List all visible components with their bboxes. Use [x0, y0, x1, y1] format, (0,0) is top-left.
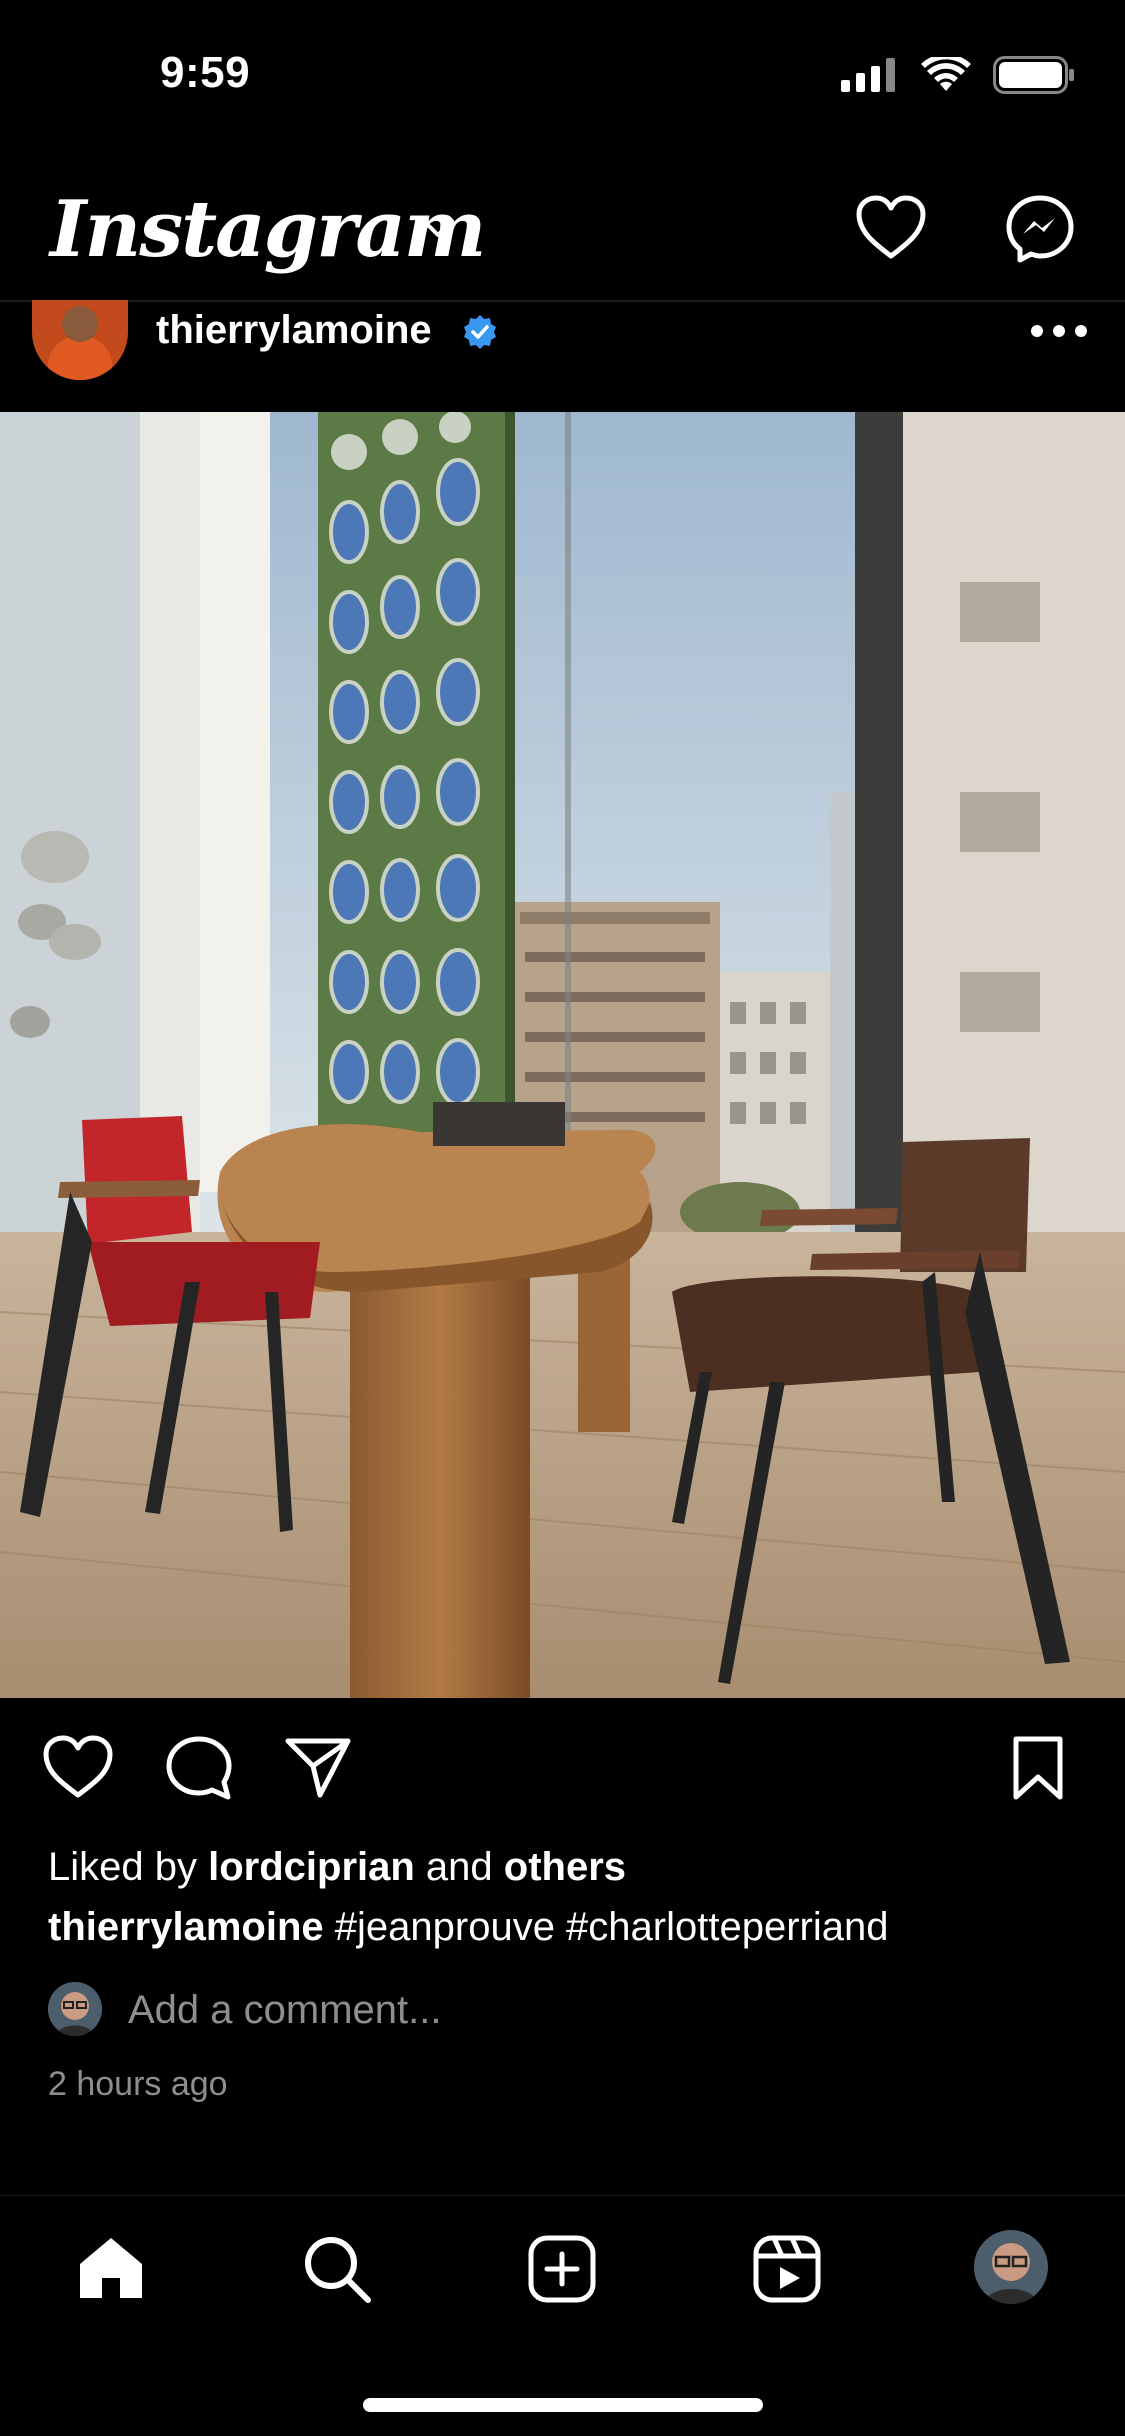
more-options-icon[interactable]	[1030, 324, 1088, 338]
post-header: thierrylamoine	[0, 300, 1125, 412]
likes-summary: Liked by lordciprian and others	[48, 1845, 626, 1890]
caption-username[interactable]: thierrylamoine	[48, 1905, 324, 1949]
post-timestamp: 2 hours ago	[48, 2065, 228, 2103]
create-icon[interactable]	[527, 2234, 597, 2304]
status-time: 9:59	[160, 48, 251, 97]
bookmark-icon[interactable]	[1010, 1735, 1066, 1801]
post-author-avatar[interactable]	[32, 300, 128, 380]
post-username[interactable]: thierrylamoine	[156, 308, 432, 353]
post-caption: thierrylamoine #jeanprouve #charlotteper…	[48, 1905, 888, 1950]
chevron-down-icon[interactable]	[420, 216, 456, 240]
search-icon[interactable]	[302, 2234, 372, 2304]
share-icon[interactable]	[284, 1735, 352, 1799]
messenger-icon[interactable]	[1005, 194, 1075, 264]
verified-badge-icon	[464, 315, 496, 349]
caption-text: #jeanprouve #charlotteperriand	[323, 1905, 889, 1949]
add-comment-input[interactable]: Add a comment...	[128, 1988, 441, 2033]
app-header: Instagram	[0, 170, 1125, 300]
profile-avatar[interactable]	[974, 2230, 1048, 2304]
liked-by-prefix: Liked by	[48, 1845, 209, 1889]
status-icons	[841, 56, 1075, 94]
liked-by-user[interactable]: lordciprian	[208, 1845, 415, 1889]
reels-icon[interactable]	[752, 2234, 822, 2304]
liked-by-mid: and	[414, 1845, 504, 1889]
my-avatar	[48, 1982, 102, 2036]
post-photo-illustration	[0, 412, 1125, 1698]
heart-icon[interactable]	[855, 194, 927, 260]
comment-icon[interactable]	[164, 1735, 234, 1801]
wifi-icon	[921, 57, 971, 91]
home-indicator	[363, 2398, 763, 2412]
like-icon[interactable]	[42, 1735, 114, 1799]
home-icon[interactable]	[76, 2234, 146, 2302]
post-image[interactable]	[0, 412, 1125, 1698]
battery-icon	[993, 56, 1074, 94]
post-actions	[0, 1735, 1125, 1815]
liked-by-others[interactable]: others	[504, 1845, 626, 1889]
status-bar: 9:59	[0, 0, 1125, 150]
cellular-signal-icon	[841, 58, 895, 92]
